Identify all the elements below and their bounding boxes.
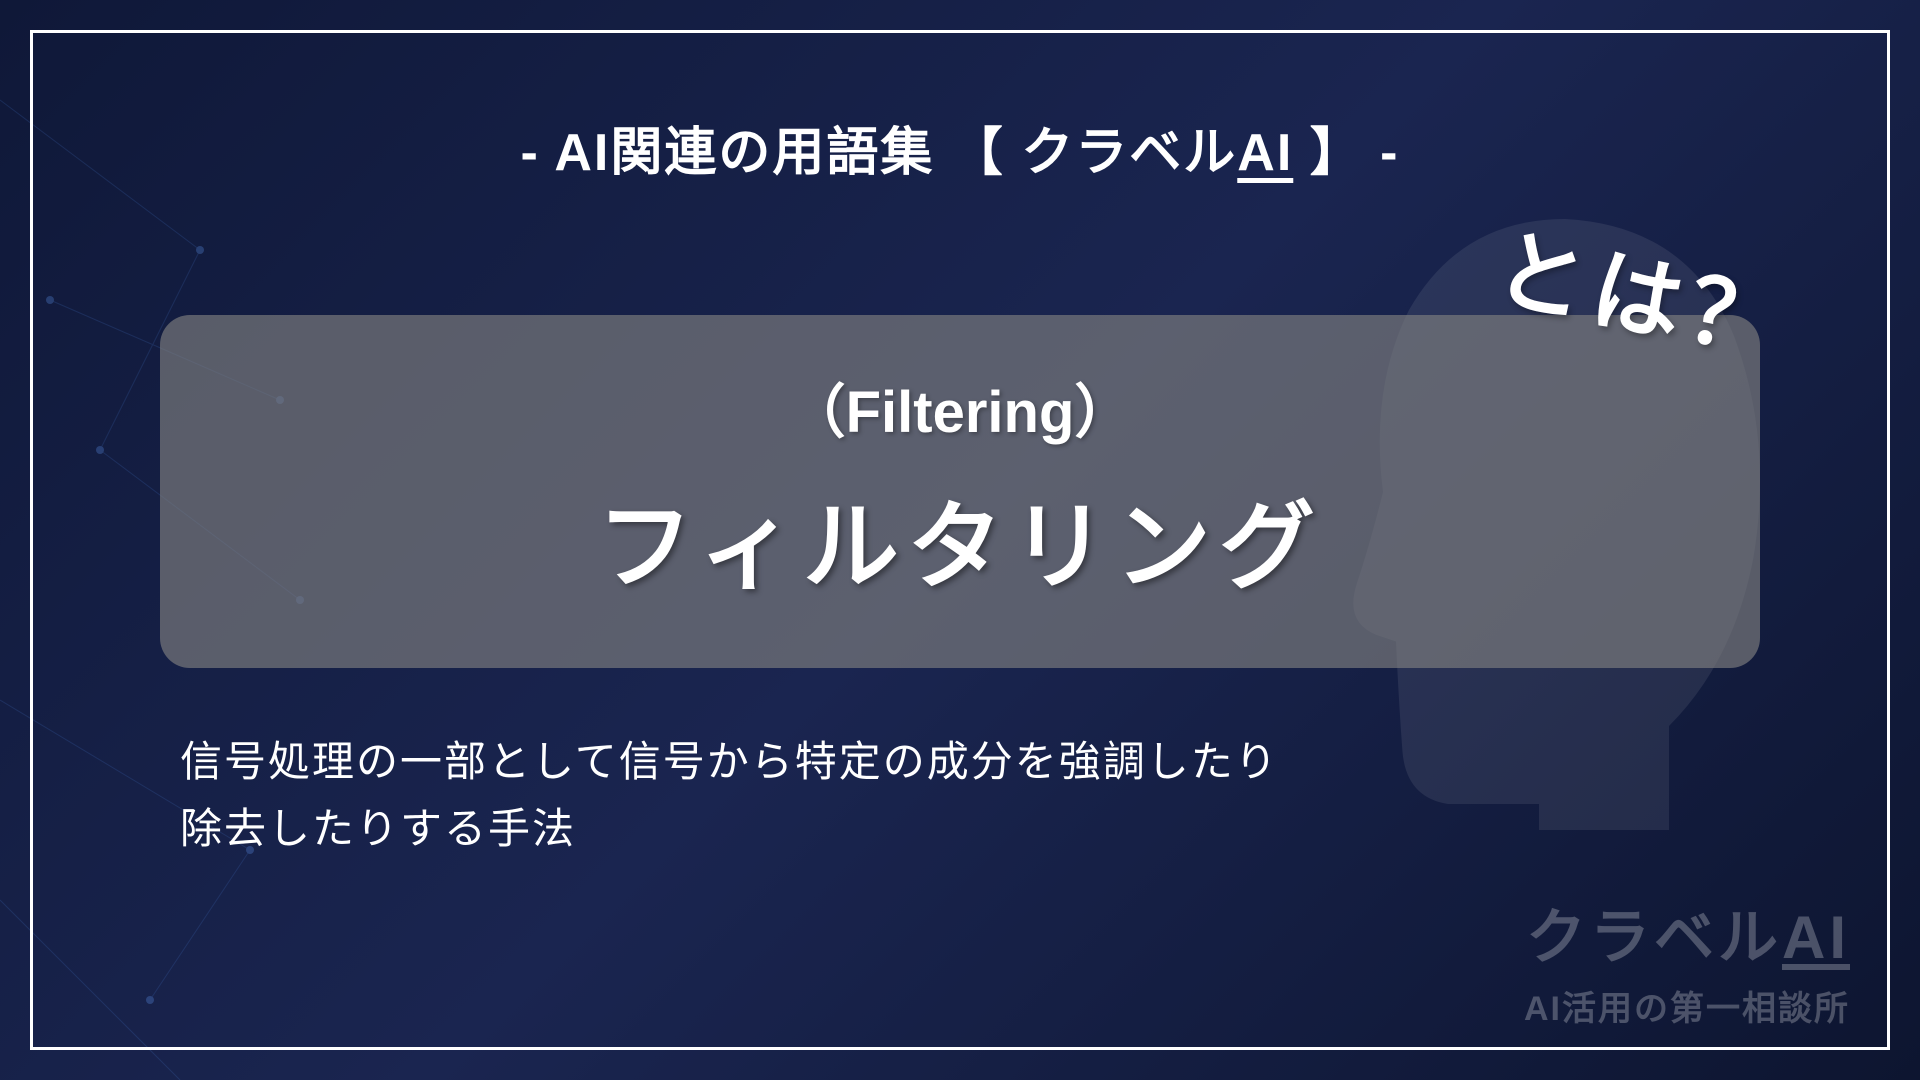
description-line-1: 信号処理の一部として信号から特定の成分を強調したり	[180, 728, 1820, 795]
content-container: - AI関連の用語集 【 クラベルAI 】 - とは？ （Filtering） …	[0, 0, 1920, 1080]
description: 信号処理の一部として信号から特定の成分を強調したり 除去したりする手法	[180, 728, 1820, 862]
header-suffix: 】 -	[1293, 124, 1399, 182]
towa-label: とは？	[1486, 196, 1801, 384]
header-ai: AI	[1237, 124, 1293, 182]
header-title: - AI関連の用語集 【 クラベルAI 】 -	[100, 110, 1820, 185]
description-line-2: 除去したりする手法	[180, 795, 1820, 862]
english-term: （Filtering）	[220, 365, 1700, 449]
japanese-term: フィルタリング	[220, 469, 1700, 608]
term-box: とは？ （Filtering） フィルタリング	[160, 315, 1760, 668]
header-prefix: -	[521, 124, 555, 182]
header-text: AI関連の用語集 【 クラベル	[554, 124, 1237, 182]
